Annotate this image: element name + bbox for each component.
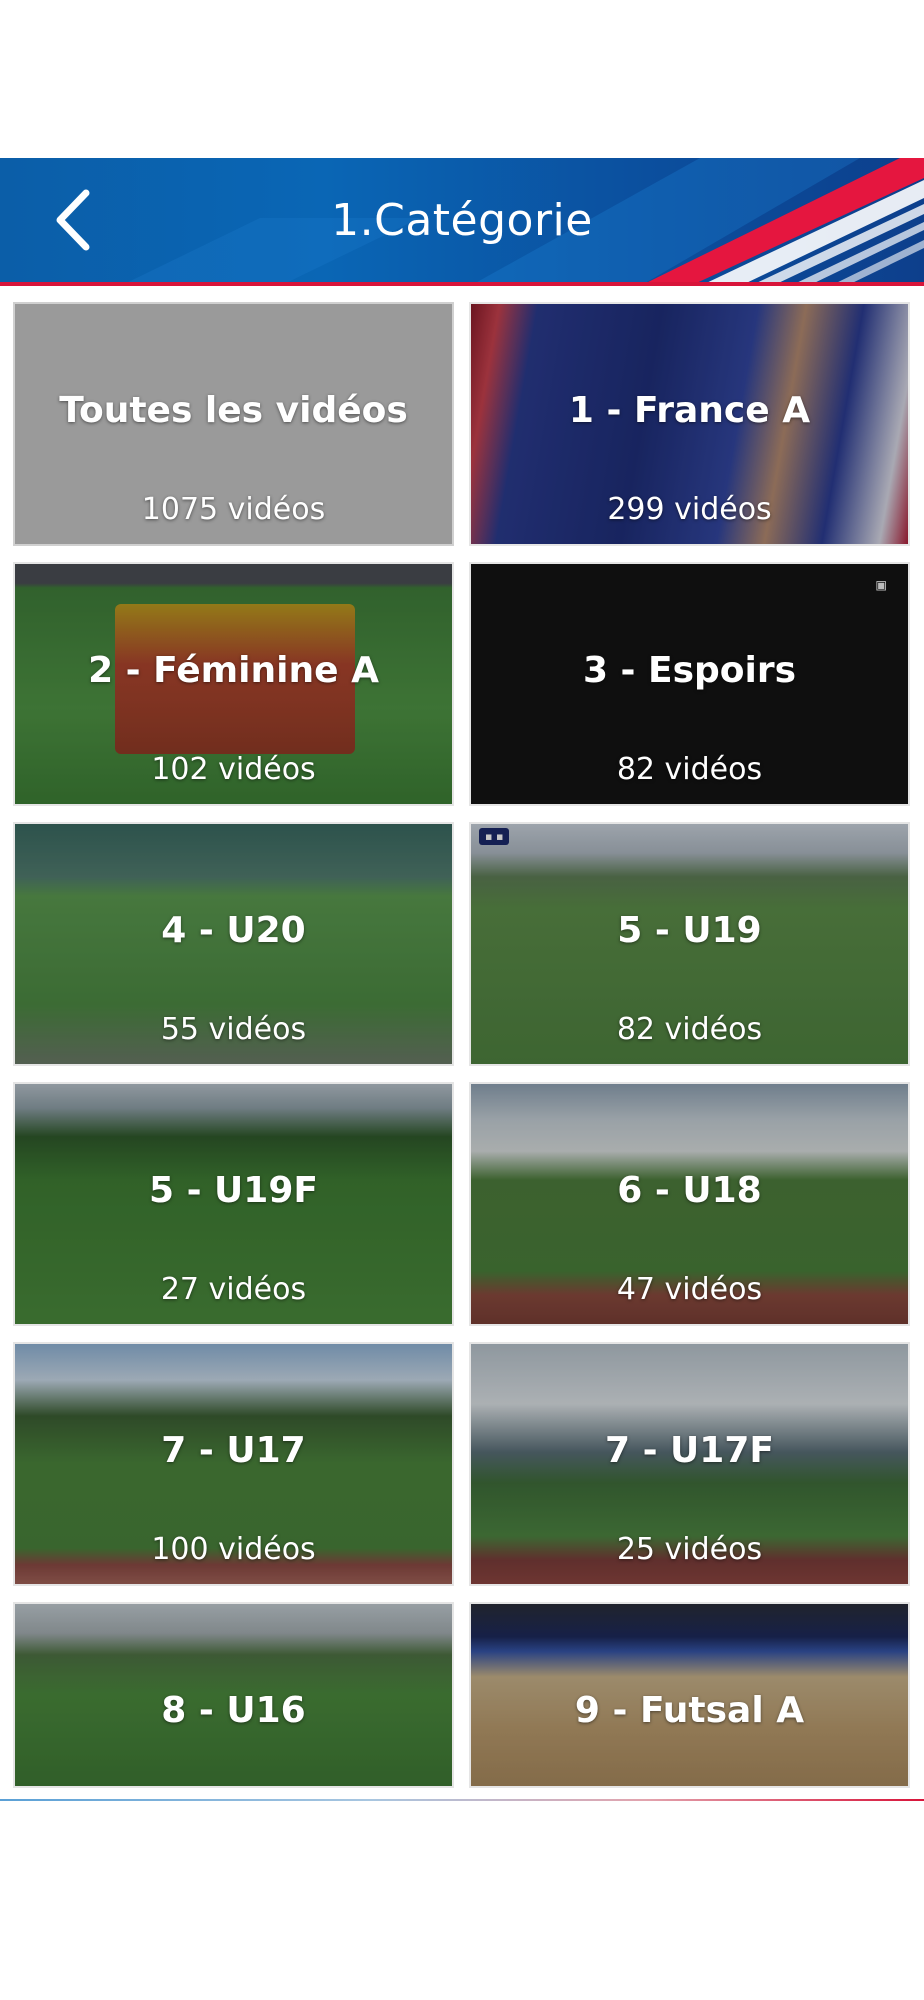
channel-logo-icon: ▣: [876, 575, 886, 594]
category-label: 8 - U16: [161, 1690, 306, 1731]
category-label: 7 - U17: [161, 1430, 306, 1471]
category-tile-all-videos[interactable]: Toutes les vidéos 1075 vidéos: [13, 302, 454, 546]
category-label: 4 - U20: [161, 910, 306, 951]
category-tile-france-a[interactable]: 1 - France A 299 vidéos: [469, 302, 910, 546]
category-tile-u16[interactable]: 8 - U16: [13, 1602, 454, 1788]
video-count: 25 vidéos: [616, 1532, 763, 1567]
tab-bar-top-divider: [0, 1799, 924, 1801]
video-count: 55 vidéos: [160, 1012, 307, 1047]
category-tile-feminine-a[interactable]: 2 - Féminine A 102 vidéos: [13, 562, 454, 806]
video-count: 82 vidéos: [616, 752, 763, 787]
category-tile-espoirs[interactable]: ▣ 3 - Espoirs 82 vidéos: [469, 562, 910, 806]
video-count: 299 vidéos: [607, 492, 772, 527]
header-accent-line: [0, 282, 924, 286]
video-count: 102 vidéos: [151, 752, 316, 787]
category-label: 6 - U18: [617, 1170, 762, 1211]
video-count: 1075 vidéos: [141, 492, 326, 527]
category-label: 1 - France A: [568, 390, 811, 431]
category-tile-u17[interactable]: 7 - U17 100 vidéos: [13, 1342, 454, 1586]
top-app-bar: 1.Catégorie: [0, 158, 924, 286]
category-label: 7 - U17F: [605, 1430, 774, 1471]
video-count: 47 vidéos: [616, 1272, 763, 1307]
category-label: 2 - Féminine A: [88, 650, 379, 691]
category-label: Toutes les vidéos: [59, 390, 408, 431]
category-tile-u19f[interactable]: 5 - U19F 27 vidéos: [13, 1082, 454, 1326]
video-count: 100 vidéos: [151, 1532, 316, 1567]
category-tile-u17f[interactable]: 7 - U17F 25 vidéos: [469, 1342, 910, 1586]
chevron-left-icon: [56, 189, 90, 251]
video-count: 27 vidéos: [160, 1272, 307, 1307]
category-tile-u19[interactable]: ▪ ▪ 5 - U19 82 vidéos: [469, 822, 910, 1066]
video-count: 82 vidéos: [616, 1012, 763, 1047]
category-tile-u20[interactable]: 4 - U20 55 vidéos: [13, 822, 454, 1066]
category-tile-futsal-a[interactable]: 9 - Futsal A: [469, 1602, 910, 1788]
category-tile-u18[interactable]: 6 - U18 47 vidéos: [469, 1082, 910, 1326]
category-label: 3 - Espoirs: [582, 650, 797, 691]
category-label: 5 - U19F: [149, 1170, 318, 1211]
header-stripes-decoration: [120, 158, 924, 286]
back-button[interactable]: [40, 186, 104, 254]
category-label: 5 - U19: [617, 910, 762, 951]
category-label: 9 - Futsal A: [574, 1690, 805, 1731]
